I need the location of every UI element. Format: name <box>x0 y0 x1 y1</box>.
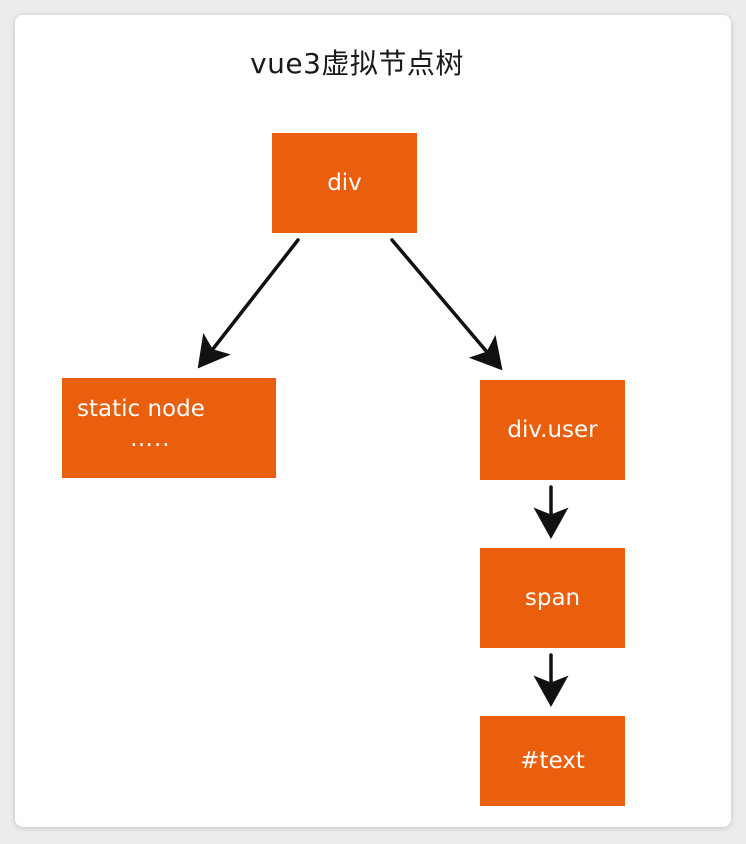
node-div-label: div <box>327 170 362 196</box>
node-text-label: #text <box>520 748 585 774</box>
node-static-label: static node <box>77 396 205 422</box>
node-static-ellipsis: ….. <box>130 426 171 452</box>
node-div-user-label: div.user <box>507 417 598 443</box>
node-div-user: div.user <box>480 380 625 480</box>
node-span-label: span <box>524 585 581 611</box>
node-static: static node ….. <box>62 378 276 478</box>
diagram-title: vue3虚拟节点树 <box>250 47 464 80</box>
node-div: div <box>272 133 417 233</box>
node-text: #text <box>480 716 625 806</box>
node-span: span <box>480 548 625 648</box>
